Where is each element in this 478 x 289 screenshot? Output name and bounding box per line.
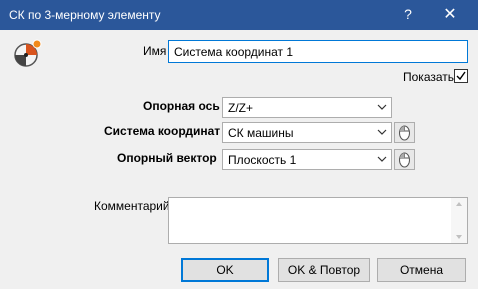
pick-coord-sys-button[interactable] — [394, 122, 415, 143]
ref-axis-label: Опорная ось — [143, 99, 220, 113]
comment-textarea[interactable] — [168, 197, 468, 244]
ref-axis-select[interactable]: Z/Z+ — [222, 97, 392, 118]
mouse-icon — [399, 125, 410, 141]
coordinate-system-icon — [12, 39, 42, 69]
name-input[interactable] — [168, 40, 468, 63]
window-title: СК по 3-мерному элементу — [9, 8, 161, 22]
ref-axis-value: Z/Z+ — [228, 101, 254, 115]
name-label: Имя — [143, 44, 167, 58]
pick-ref-vector-button[interactable] — [394, 149, 415, 170]
chevron-down-icon — [377, 104, 387, 110]
show-checkbox[interactable] — [454, 69, 468, 83]
show-label: Показать — [403, 70, 455, 84]
comment-label: Комментарий — [94, 199, 170, 213]
chevron-down-icon — [377, 129, 387, 135]
ok-button[interactable]: OK — [181, 258, 269, 282]
ok-repeat-button[interactable]: OK & Повтор — [278, 258, 370, 282]
coord-sys-label: Система координат — [104, 124, 221, 138]
coord-sys-value: СК машины — [228, 126, 294, 140]
coord-sys-select[interactable]: СК машины — [222, 122, 392, 143]
comment-scrollbar[interactable] — [451, 198, 467, 243]
ref-vector-label: Опорный вектор — [117, 151, 217, 165]
close-button[interactable]: ✕ — [440, 4, 460, 24]
checkmark-icon — [456, 71, 466, 81]
cancel-button[interactable]: Отмена — [377, 258, 466, 282]
mouse-icon — [399, 152, 410, 168]
scroll-arrows-icon — [456, 202, 462, 239]
chevron-down-icon — [377, 156, 387, 162]
ref-vector-select[interactable]: Плоскость 1 — [222, 149, 392, 170]
help-button[interactable]: ? — [400, 6, 416, 22]
title-bar: СК по 3-мерному элементу ? ✕ — [0, 0, 478, 30]
ref-vector-value: Плоскость 1 — [228, 153, 297, 167]
